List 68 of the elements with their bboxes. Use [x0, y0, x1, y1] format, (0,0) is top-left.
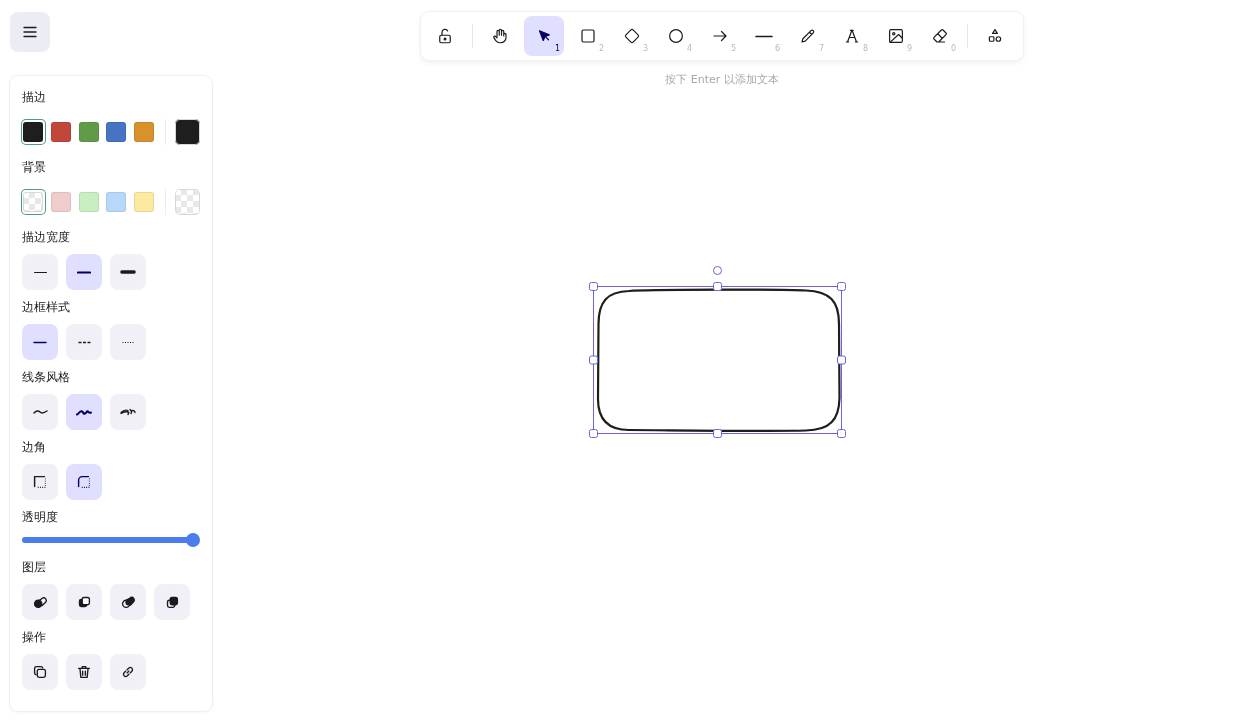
letter-icon	[843, 27, 861, 45]
section-title: 图层	[22, 559, 47, 576]
tool-button[interactable]: 7	[788, 16, 828, 56]
action-button[interactable]	[66, 654, 102, 690]
action-button[interactable]	[22, 584, 58, 620]
color-swatch[interactable]	[105, 120, 128, 144]
copy-icon	[31, 663, 49, 681]
color-swatch[interactable]	[77, 190, 101, 214]
color-swatch[interactable]	[49, 120, 73, 144]
current-color-swatch[interactable]	[175, 189, 200, 215]
color-swatch[interactable]	[132, 120, 156, 144]
section-title: 描边宽度	[22, 229, 71, 246]
tool-button[interactable]: 8	[832, 16, 872, 56]
tool-button[interactable]: 0	[920, 16, 960, 56]
slider-thumb[interactable]	[186, 533, 200, 547]
tool-button[interactable]: 4	[656, 16, 696, 56]
section-title: 线条风格	[22, 369, 71, 386]
medium-line-icon	[77, 270, 91, 274]
unlocked-padlock-icon	[436, 27, 454, 45]
thin-line-icon	[33, 270, 47, 274]
hand-icon	[491, 27, 509, 45]
image-icon	[887, 27, 905, 45]
section-title: 边框样式	[22, 299, 71, 316]
tool-button[interactable]: 9	[876, 16, 916, 56]
selection-handles[interactable]	[589, 266, 846, 438]
color-swatch[interactable]	[77, 120, 101, 144]
pencil-icon	[799, 27, 817, 45]
option-button[interactable]	[110, 254, 146, 290]
diamond-icon	[623, 27, 641, 45]
sharp-corner-icon	[31, 473, 49, 491]
tool-button[interactable]: 3	[612, 16, 652, 56]
eraser-icon	[931, 27, 949, 45]
option-button[interactable]	[66, 394, 102, 430]
rough-squiggle-icon	[120, 408, 136, 416]
smooth-squiggle-icon	[32, 409, 48, 415]
line-icon	[755, 34, 773, 38]
action-button[interactable]	[154, 584, 190, 620]
section-title: 背景	[22, 159, 47, 176]
thick-line-icon	[120, 270, 136, 274]
action-button[interactable]	[110, 584, 146, 620]
shapes-icon	[986, 27, 1004, 45]
current-color-swatch[interactable]	[175, 119, 200, 145]
round-corner-icon	[75, 473, 93, 491]
squiggle-icon	[76, 408, 92, 416]
color-swatch[interactable]	[49, 190, 73, 214]
color-swatch[interactable]	[22, 120, 45, 144]
dotted-line-icon	[121, 340, 135, 344]
color-swatch[interactable]	[105, 190, 128, 214]
color-swatch[interactable]	[132, 190, 156, 214]
tool-button[interactable]: 2	[568, 16, 608, 56]
square-icon	[579, 27, 597, 45]
hint-text: 按下 Enter 以添加文本	[665, 72, 779, 88]
circle-icon	[667, 27, 685, 45]
dashed-line-icon	[77, 340, 91, 344]
trash-icon	[75, 663, 93, 681]
section-title: 操作	[22, 629, 47, 646]
tool-button[interactable]: 1	[524, 16, 564, 56]
section-title: 边角	[22, 439, 47, 456]
tool-button[interactable]: 6	[744, 16, 784, 56]
tool-button[interactable]: 5	[700, 16, 740, 56]
action-button[interactable]	[22, 654, 58, 690]
section-title: 描边	[22, 89, 47, 106]
section-title: 透明度	[22, 509, 59, 526]
option-button[interactable]	[110, 394, 146, 430]
color-swatch[interactable]	[22, 190, 45, 214]
action-button[interactable]	[66, 584, 102, 620]
solid-line-icon	[33, 340, 47, 344]
menu-button[interactable]	[10, 12, 50, 52]
